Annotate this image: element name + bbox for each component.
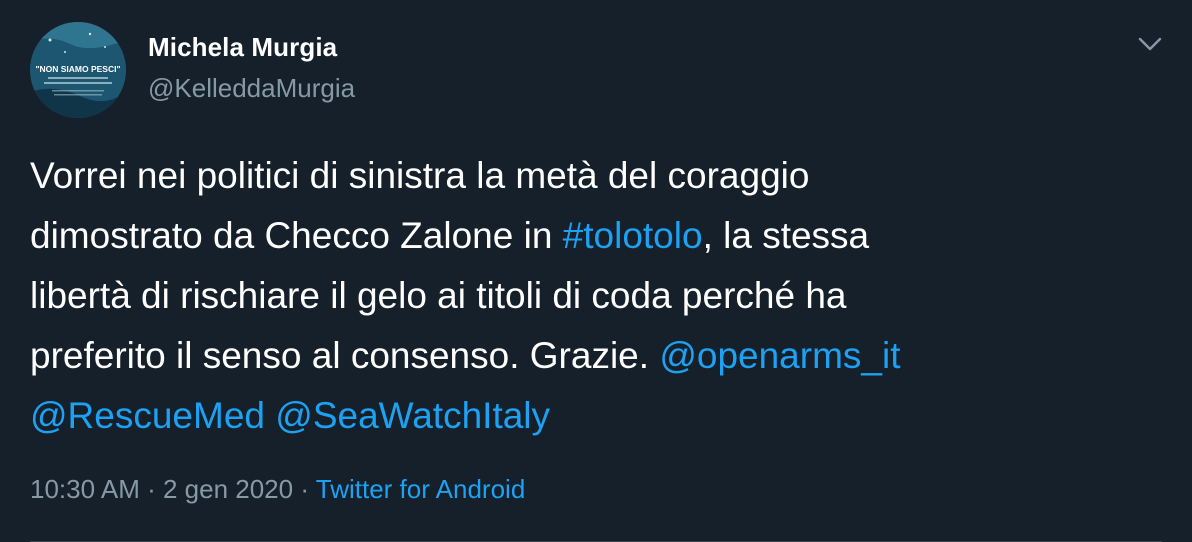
avatar-image: "NON SIAMO PESCI": [30, 22, 126, 118]
tweet-line: Vorrei nei politici di sinistra la metà …: [30, 146, 1150, 206]
tweet-line: @RescueMed @SeaWatchItaly: [30, 386, 1150, 446]
tweet-text: Vorrei nei politici di sinistra la metà …: [30, 146, 1150, 446]
tweet-text-segment: libertà di rischiare il gelo ai titoli d…: [30, 275, 847, 316]
chevron-down-icon[interactable]: [1134, 28, 1166, 60]
tweet-source-link[interactable]: Twitter for Android: [316, 474, 526, 504]
tweet-date[interactable]: 2 gen 2020: [163, 474, 293, 504]
tweet-text-segment: Vorrei nei politici di sinistra la metà …: [30, 155, 810, 196]
separator: ·: [293, 474, 316, 504]
mention-link[interactable]: @SeaWatchItaly: [275, 395, 550, 436]
author-handle[interactable]: @KelleddaMurgia: [148, 73, 355, 104]
avatar[interactable]: "NON SIAMO PESCI": [30, 22, 126, 118]
mention-link[interactable]: @openarms_it: [659, 335, 900, 376]
tweet-text-segment: , la stessa: [702, 215, 870, 256]
mention-link[interactable]: @RescueMed: [30, 395, 265, 436]
tweet-metadata: 10:30 AM · 2 gen 2020 · Twitter for Andr…: [30, 474, 525, 505]
tweet-card: "NON SIAMO PESCI" Michela Murgia @Kelled…: [0, 0, 1192, 542]
tweet-text-segment: preferito il senso al consenso. Grazie.: [30, 335, 660, 376]
separator: ·: [139, 474, 163, 504]
tweet-line: libertà di rischiare il gelo ai titoli d…: [30, 266, 1150, 326]
tweet-time[interactable]: 10:30 AM: [30, 474, 140, 504]
author-name[interactable]: Michela Murgia: [148, 32, 337, 63]
tweet-text-segment: dimostrato da Checco Zalone in: [30, 215, 563, 256]
tweet-line: dimostrato da Checco Zalone in #tolotolo…: [30, 206, 1150, 266]
hashtag-link[interactable]: #tolotolo: [563, 215, 703, 256]
tweet-line: preferito il senso al consenso. Grazie. …: [30, 326, 1150, 386]
avatar-logo-text: "NON SIAMO PESCI": [35, 64, 120, 74]
